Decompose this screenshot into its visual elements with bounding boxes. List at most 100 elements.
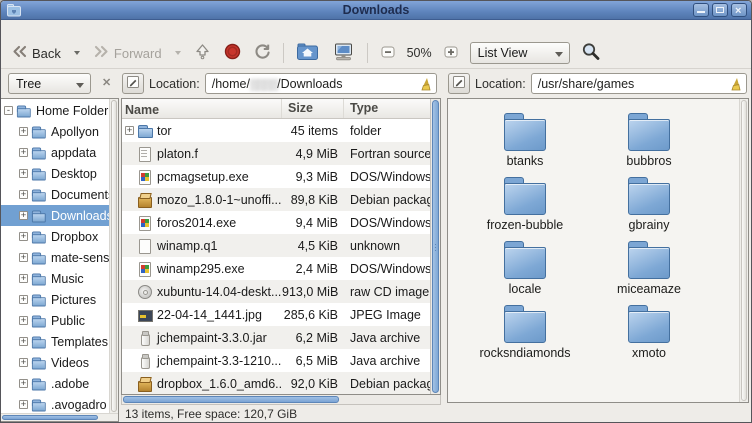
expander-toggle[interactable]: + xyxy=(19,169,28,178)
up-button[interactable] xyxy=(188,39,217,67)
tree-item[interactable]: + Public xyxy=(1,310,118,331)
file-row[interactable]: platon.f 4,9 MiB Fortran source co xyxy=(122,142,430,165)
game-folder[interactable]: gbrainy xyxy=(590,177,708,232)
expander-toggle[interactable]: + xyxy=(19,232,28,241)
file-row[interactable]: winamp.q1 4,5 KiB unknown xyxy=(122,234,430,257)
tree-item[interactable]: - Home Folder xyxy=(1,100,118,121)
path-censored-username: ▒▒▒▒ xyxy=(250,79,277,91)
expander-toggle[interactable]: + xyxy=(19,400,28,409)
expander-toggle[interactable]: + xyxy=(19,274,28,283)
file-row[interactable]: jchempaint-3.3.0.jar 6,2 MiB Java archiv… xyxy=(122,326,430,349)
game-folder[interactable]: locale xyxy=(466,241,584,296)
file-row[interactable]: mozo_1.8.0-1~unoffi... 89,8 KiB Debian p… xyxy=(122,188,430,211)
tree-item[interactable]: + appdata xyxy=(1,142,118,163)
column-header-type[interactable]: Type xyxy=(344,99,440,118)
game-folder[interactable]: btanks xyxy=(466,113,584,168)
sidepane-mode-selector[interactable]: Tree xyxy=(8,73,91,94)
right-location-input[interactable]: /usr/share/games xyxy=(531,73,747,94)
tree-list: - Home Folder + Apollyon + appdata + xyxy=(1,99,118,413)
file-type-icon xyxy=(137,330,154,346)
stop-button[interactable] xyxy=(218,39,247,67)
computer-button[interactable] xyxy=(326,39,361,68)
tree-item[interactable]: + .adobe xyxy=(1,373,118,394)
left-edit-location-button[interactable] xyxy=(122,73,144,94)
expander-toggle[interactable]: - xyxy=(4,106,13,115)
file-row[interactable]: winamp295.exe 2,4 MiB DOS/Windows ex xyxy=(122,257,430,280)
game-folder[interactable]: miceamaze xyxy=(590,241,708,296)
search-button[interactable] xyxy=(575,38,607,68)
expander-toggle[interactable]: + xyxy=(19,337,28,346)
minimize-button[interactable] xyxy=(693,3,709,17)
game-folder[interactable]: bubbros xyxy=(590,113,708,168)
expander-toggle[interactable]: + xyxy=(19,379,28,388)
left-location-input[interactable]: /home/▒▒▒▒/Downloads xyxy=(205,73,437,94)
file-row[interactable]: jchempaint-3.3-1210... 6,5 MiB Java arch… xyxy=(122,349,430,372)
forward-history-button[interactable] xyxy=(169,47,187,59)
file-row[interactable]: 22-04-14_1441.jpg 285,6 KiB JPEG Image xyxy=(122,303,430,326)
file-name: jchempaint-3.3-1210... xyxy=(157,354,281,368)
game-folder[interactable]: rocksndiamonds xyxy=(466,305,584,360)
sidepane-close-button[interactable] xyxy=(99,75,116,92)
main-area: - Home Folder + Apollyon + appdata + xyxy=(1,98,751,422)
back-history-button[interactable] xyxy=(68,47,86,59)
tree-item[interactable]: + Videos xyxy=(1,352,118,373)
file-row[interactable]: + tor 45 items folder xyxy=(122,119,430,142)
scrollbar-thumb[interactable] xyxy=(111,100,117,412)
zoom-in-button[interactable] xyxy=(437,40,465,67)
file-type-icon xyxy=(137,192,154,208)
forward-button[interactable]: Forward xyxy=(87,40,168,66)
expander-toggle[interactable]: + xyxy=(19,295,28,304)
home-button[interactable] xyxy=(290,39,325,68)
column-headers: Name Size Type xyxy=(122,99,440,119)
tree-item[interactable]: + Downloads xyxy=(1,205,118,226)
right-edit-location-button[interactable] xyxy=(448,73,470,94)
scrollbar-thumb[interactable] xyxy=(123,396,339,403)
maximize-button[interactable] xyxy=(712,3,728,17)
tree-item[interactable]: + Desktop xyxy=(1,163,118,184)
expander-toggle[interactable]: + xyxy=(19,253,28,262)
tree-item[interactable]: + Pictures xyxy=(1,289,118,310)
expander-toggle[interactable]: + xyxy=(19,148,28,157)
sidebar-horizontal-scrollbar[interactable] xyxy=(1,413,118,421)
scrollbar-thumb[interactable] xyxy=(741,100,747,401)
file-row[interactable]: dropbox_1.6.0_amd6... 92,0 KiB Debian pa… xyxy=(122,372,430,395)
tree-item[interactable]: + Documents xyxy=(1,184,118,205)
path-text: /usr/share/games xyxy=(538,77,635,91)
close-button[interactable]: × xyxy=(731,3,747,17)
tree-folder-icon xyxy=(31,334,47,349)
sidebar-vertical-scrollbar[interactable] xyxy=(109,99,118,413)
view-mode-selector[interactable]: List View xyxy=(470,42,570,64)
reload-button[interactable] xyxy=(248,39,277,67)
scrollbar-thumb[interactable] xyxy=(432,100,439,393)
file-row[interactable]: foros2014.exe 9,4 MiB DOS/Windows ex xyxy=(122,211,430,234)
game-folder[interactable]: frozen-bubble xyxy=(466,177,584,232)
tree-item[interactable]: + Templates xyxy=(1,331,118,352)
clean-broom-icon[interactable] xyxy=(419,77,432,94)
file-list-horizontal-scrollbar[interactable] xyxy=(121,395,441,405)
column-header-name[interactable]: Name xyxy=(122,99,282,118)
expander-toggle[interactable]: + xyxy=(19,127,28,136)
expander-toggle[interactable]: + xyxy=(19,358,28,367)
tree-item[interactable]: + mate-sensors- xyxy=(1,247,118,268)
file-row[interactable]: pcmagsetup.exe 9,3 MiB DOS/Windows ex xyxy=(122,165,430,188)
scrollbar-thumb[interactable] xyxy=(2,415,98,420)
expander-toggle[interactable]: + xyxy=(19,211,28,220)
expander-toggle[interactable]: + xyxy=(125,126,134,135)
zoom-out-button[interactable] xyxy=(374,40,402,67)
back-button[interactable]: Back xyxy=(5,40,67,66)
expander-toggle[interactable]: + xyxy=(19,316,28,325)
icon-view-vertical-scrollbar[interactable] xyxy=(739,99,748,402)
titlebar[interactable]: Downloads × xyxy=(1,1,751,20)
tree-item[interactable]: + Music xyxy=(1,268,118,289)
tree-item[interactable]: + Apollyon xyxy=(1,121,118,142)
tree-item[interactable]: + Dropbox xyxy=(1,226,118,247)
column-header-size[interactable]: Size xyxy=(282,99,344,118)
clean-broom-icon[interactable] xyxy=(729,77,742,94)
expander-toggle[interactable]: + xyxy=(19,190,28,199)
file-type: raw CD image xyxy=(344,285,430,299)
tree-item[interactable]: + .avogadro xyxy=(1,394,118,413)
game-folder[interactable]: xmoto xyxy=(590,305,708,360)
file-list-vertical-scrollbar[interactable] xyxy=(430,99,440,394)
tree-folder-icon xyxy=(31,355,47,370)
file-row[interactable]: xubuntu-14.04-deskt... 913,0 MiB raw CD … xyxy=(122,280,430,303)
